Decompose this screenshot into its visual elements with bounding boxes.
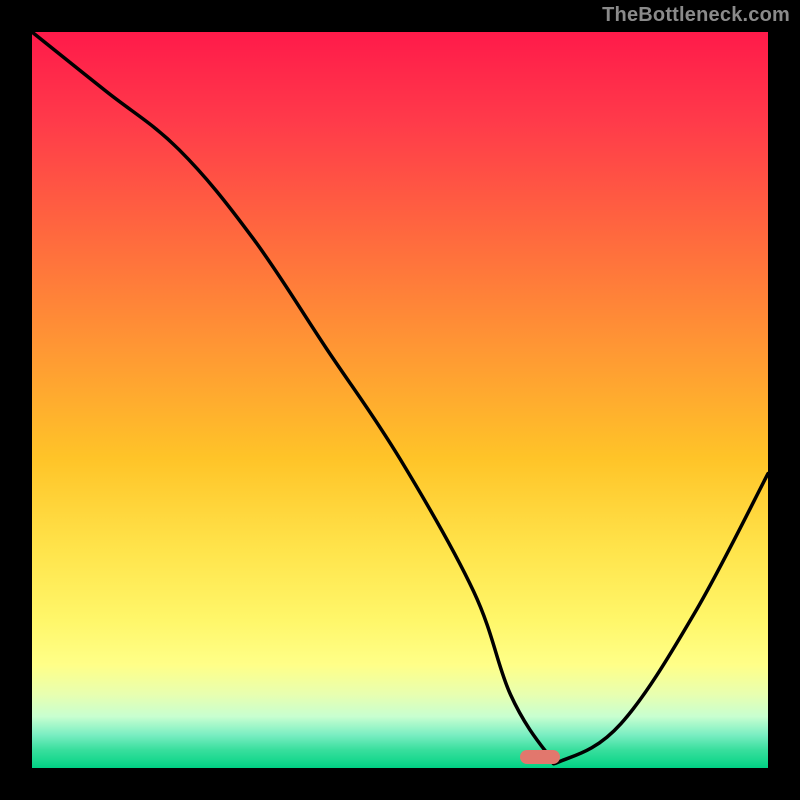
- chart-frame: TheBottleneck.com: [0, 0, 800, 800]
- plot-area: [32, 32, 768, 768]
- watermark-text: TheBottleneck.com: [602, 4, 790, 27]
- optimal-marker: [520, 750, 560, 764]
- bottleneck-curve: [32, 32, 768, 768]
